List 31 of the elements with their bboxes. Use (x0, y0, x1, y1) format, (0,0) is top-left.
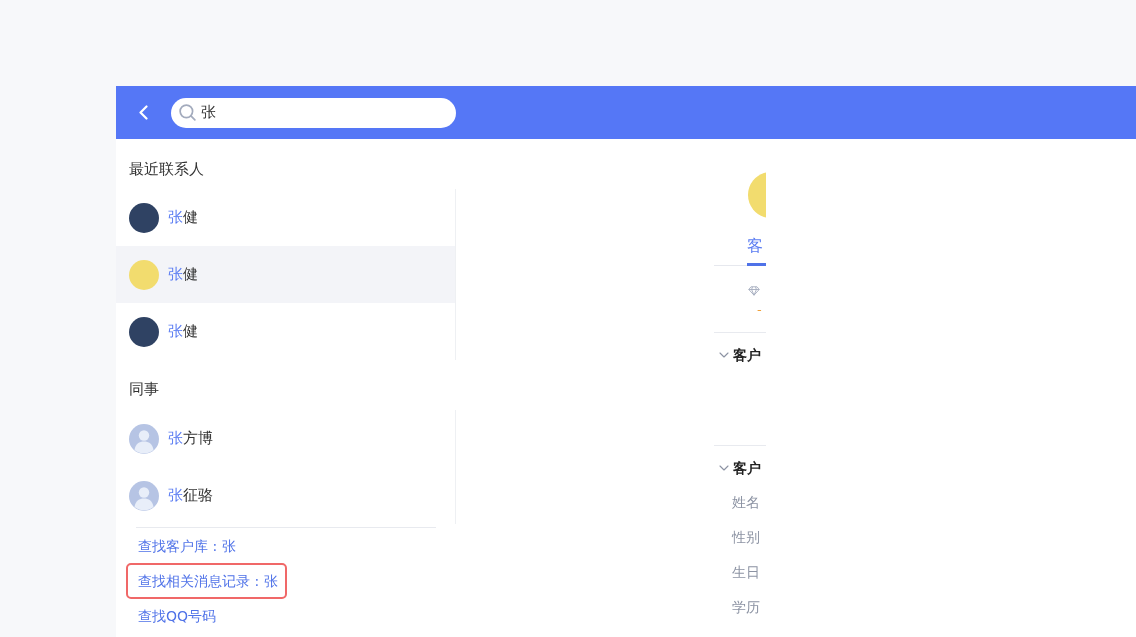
field-label: 学历 (732, 598, 761, 617)
contact-name: 张健 (168, 265, 198, 284)
chevron-left-icon (138, 105, 148, 120)
contact-row[interactable]: 张征骆 (116, 467, 455, 524)
search-icon (179, 103, 196, 121)
back-button[interactable] (136, 102, 150, 123)
default-avatar-icon (129, 423, 159, 454)
contact-row[interactable]: 张方博 (116, 410, 455, 467)
search-field[interactable]: 张 (171, 97, 456, 128)
field-label: 性别 (732, 528, 761, 547)
section-title: 最近联系人 (129, 159, 204, 179)
diamond-icon (748, 286, 760, 296)
contact-name: 张征骆 (168, 486, 213, 505)
contact-name: 张健 (168, 208, 198, 227)
search-link[interactable]: 查找相关消息记录 : 张 (126, 563, 287, 599)
section-title: 同事 (129, 379, 159, 399)
field-label: 生日 (732, 563, 761, 582)
search-link[interactable]: 查找客户库 : 张 (126, 528, 245, 564)
section-toggle[interactable]: 客户 (714, 345, 761, 365)
contact-row[interactable]: 张健 (116, 189, 455, 246)
section-toggle[interactable]: 客户 (714, 458, 761, 478)
stat-value: - (757, 302, 762, 318)
search-link[interactable]: 查找QQ号码 (126, 598, 226, 634)
contact-name: 张健 (168, 322, 198, 341)
chevron-down-icon (719, 465, 729, 471)
field-label: 姓名 (732, 493, 761, 512)
contact-name: 张方博 (168, 429, 213, 448)
default-avatar-icon (129, 480, 159, 511)
contact-row[interactable]: 张健 (116, 246, 455, 303)
contact-row[interactable]: 张健 (116, 303, 455, 360)
chevron-down-icon (719, 352, 729, 358)
